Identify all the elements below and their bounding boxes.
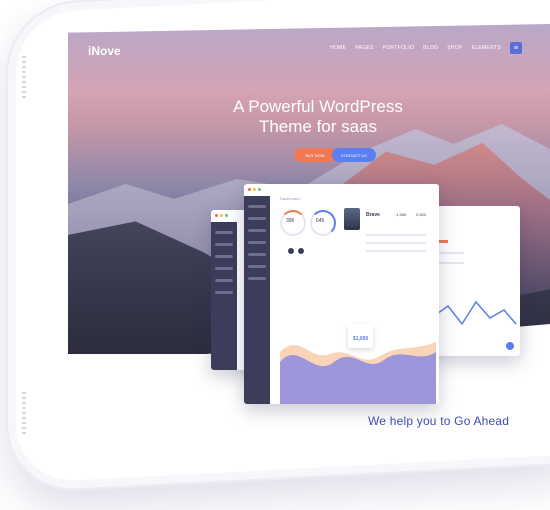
dashboard-sidebar [211,222,237,370]
dashboard-preview-main: Dashboard 396 645 Brave 1,280 2,500 $1,6… [244,184,439,404]
nav-shop[interactable]: SHOP [447,45,462,51]
dashboard-preview-right [428,206,520,356]
tablet-screen: iNove HOME PAGES PORTFOLIO BLOG SHOP ELE… [68,24,550,456]
stat-value-2: 645 [316,218,325,224]
stat-value-1: 396 [286,218,295,224]
line-chart-icon [433,240,517,350]
site-logo[interactable]: iNove [88,44,121,58]
hero-title: A Powerful WordPress Theme for saas [198,97,438,137]
toggle-icon[interactable] [298,248,304,254]
menu-icon[interactable]: ≡ [510,42,522,54]
contacts-row [366,242,426,244]
nav-elements[interactable]: ELEMENTS [472,45,501,51]
dashboard-sidebar-main [244,196,270,404]
dashboard-title: Dashboard [280,196,300,201]
balance-value: $1,650 [353,336,369,342]
nav-blog[interactable]: BLOG [423,45,438,51]
buy-now-button[interactable]: BUY NOW [294,148,336,162]
nav-home[interactable]: HOME [330,45,346,51]
nav-pages[interactable]: PAGES [355,45,373,51]
window-dots [248,188,261,191]
tagline: We help you to Go Ahead [368,414,510,428]
speaker-grille-top [22,56,26,100]
nav-portfolio[interactable]: PORTFOLIO [383,45,415,51]
small-value-2: 2,500 [416,212,427,217]
small-value-1: 1,280 [396,212,407,217]
contact-us-button[interactable]: CONTACT US [332,148,376,162]
window-dots [215,214,228,217]
speaker-grille-bottom [22,392,26,436]
hero-title-line1: A Powerful WordPress [233,97,403,116]
contacts-row [366,250,426,252]
profile-avatar [344,208,360,230]
hero-title-line2: Theme for saas [258,117,378,136]
main-nav: HOME PAGES PORTFOLIO BLOG SHOP ELEMENTS … [330,42,522,54]
contacts-row [366,234,426,236]
toggle-icon[interactable] [288,248,294,254]
balance-tooltip: $1,650 [348,324,374,348]
profile-name: Brave [366,212,380,218]
